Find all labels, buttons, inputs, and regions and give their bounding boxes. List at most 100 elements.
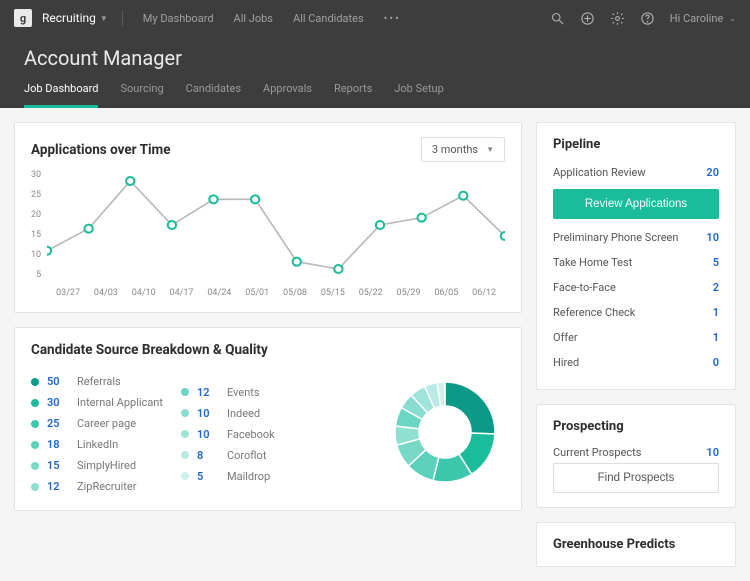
- user-menu[interactable]: Hi Caroline ⌄: [670, 12, 736, 25]
- content: Applications over Time 3 months ▼ 302520…: [0, 108, 750, 581]
- pipeline-stage-value: 2: [713, 281, 719, 294]
- pipeline-stage-label: Face-to-Face: [553, 281, 616, 294]
- find-prospects-button[interactable]: Find Prospects: [553, 463, 719, 493]
- time-range-select[interactable]: 3 months ▼: [421, 137, 505, 162]
- source-count: 25: [47, 417, 69, 430]
- source-count: 12: [197, 386, 219, 399]
- pipeline-stage-label: Application Review: [553, 166, 646, 179]
- pipeline-stage-row[interactable]: Take Home Test 5: [553, 250, 719, 275]
- source-color-dot: [181, 451, 189, 459]
- source-row[interactable]: 25 Career page: [31, 417, 163, 430]
- topnav-all-candidates[interactable]: All Candidates: [293, 12, 364, 25]
- user-greeting: Hi Caroline: [670, 12, 724, 25]
- pipeline-stage-row[interactable]: Hired 0: [553, 350, 719, 375]
- source-row[interactable]: 15 SimplyHired: [31, 459, 163, 472]
- source-row[interactable]: 10Facebook: [181, 428, 275, 441]
- source-name: SimplyHired: [77, 459, 136, 472]
- gear-icon[interactable]: [610, 10, 626, 26]
- more-menu-icon[interactable]: •••: [384, 12, 401, 25]
- source-row[interactable]: 30 Internal Applicant: [31, 396, 163, 409]
- source-color-dot: [31, 420, 39, 428]
- prospecting-title: Prospecting: [553, 419, 719, 434]
- pipeline-stage-row[interactable]: Application Review 20: [553, 160, 719, 185]
- source-count: 8: [197, 449, 219, 462]
- pipeline-stage-value: 1: [713, 331, 719, 344]
- topbar: g Recruiting ▼ My Dashboard All Jobs All…: [0, 0, 750, 36]
- tab-sourcing[interactable]: Sourcing: [120, 82, 163, 108]
- time-range-label: 3 months: [432, 143, 478, 156]
- source-color-dot: [31, 378, 39, 386]
- source-name: Career page: [77, 417, 136, 430]
- pipeline-stage-row[interactable]: Face-to-Face 2: [553, 275, 719, 300]
- source-count: 10: [197, 407, 219, 420]
- search-icon[interactable]: [550, 10, 566, 26]
- source-row[interactable]: 5 Maildrop: [181, 470, 275, 483]
- applications-over-time-card: Applications over Time 3 months ▼ 302520…: [14, 122, 522, 313]
- tab-reports[interactable]: Reports: [334, 82, 372, 108]
- pipeline-stage-label: Reference Check: [553, 306, 635, 319]
- source-name: Indeed: [227, 407, 260, 420]
- source-name: Coroflot: [227, 449, 266, 462]
- source-count: 12: [47, 480, 69, 493]
- review-applications-button[interactable]: Review Applications: [553, 189, 719, 219]
- source-count: 15: [47, 459, 69, 472]
- tab-candidates[interactable]: Candidates: [186, 82, 241, 108]
- tab-approvals[interactable]: Approvals: [263, 82, 312, 108]
- chevron-down-icon: ▼: [100, 14, 108, 23]
- source-color-dot: [31, 399, 39, 407]
- source-name: Internal Applicant: [77, 396, 163, 409]
- greenhouse-predicts-card: Greenhouse Predicts: [536, 522, 736, 567]
- source-name: ZipRecruiter: [77, 480, 136, 493]
- job-tabs: Job Dashboard Sourcing Candidates Approv…: [24, 82, 726, 108]
- pipeline-stage-row[interactable]: Offer 1: [553, 325, 719, 350]
- help-icon[interactable]: [640, 10, 656, 26]
- source-name: Events: [227, 386, 260, 399]
- pipeline-stage-value: 0: [713, 356, 719, 369]
- pipeline-stage-value: 1: [713, 306, 719, 319]
- pipeline-stage-value: 10: [706, 231, 719, 244]
- module-dropdown[interactable]: Recruiting ▼: [42, 11, 108, 25]
- divider: [122, 10, 123, 26]
- source-row[interactable]: 10 Indeed: [181, 407, 275, 420]
- source-name: Facebook: [227, 428, 275, 441]
- pipeline-stage-label: Hired: [553, 356, 579, 369]
- tab-job-setup[interactable]: Job Setup: [394, 82, 443, 108]
- source-color-dot: [31, 462, 39, 470]
- source-count: 5: [197, 470, 219, 483]
- pipeline-stage-label: Offer: [553, 331, 578, 344]
- topnav-my-dashboard[interactable]: My Dashboard: [143, 12, 214, 25]
- prospects-value: 10: [706, 446, 719, 459]
- add-icon[interactable]: [580, 10, 596, 26]
- predicts-title: Greenhouse Predicts: [553, 537, 719, 552]
- pipeline-stage-label: Take Home Test: [553, 256, 632, 269]
- app-logo[interactable]: g: [14, 9, 32, 27]
- applications-chart: 30252015105 03/2704/0304/1004/1704/2405/…: [31, 170, 505, 298]
- source-color-dot: [181, 430, 189, 438]
- source-row[interactable]: 12 Events: [181, 386, 275, 399]
- applications-card-title: Applications over Time: [31, 142, 171, 158]
- pipeline-stage-value: 20: [706, 166, 719, 179]
- source-row[interactable]: 8 Coroflot: [181, 449, 275, 462]
- chevron-down-icon: ▼: [486, 145, 494, 154]
- source-color-dot: [181, 409, 189, 417]
- pipeline-stage-value: 5: [713, 256, 719, 269]
- pipeline-title: Pipeline: [553, 137, 719, 152]
- source-color-dot: [181, 472, 189, 480]
- pipeline-stage-row[interactable]: Preliminary Phone Screen10: [553, 225, 719, 250]
- tab-job-dashboard[interactable]: Job Dashboard: [24, 82, 98, 108]
- source-donut-chart: [385, 372, 505, 496]
- topnav-all-jobs[interactable]: All Jobs: [234, 12, 273, 25]
- pipeline-stage-row[interactable]: Reference Check 1: [553, 300, 719, 325]
- source-card-title: Candidate Source Breakdown & Quality: [31, 342, 505, 358]
- source-row[interactable]: 12 ZipRecruiter: [31, 480, 163, 493]
- subheader: Account Manager Job Dashboard Sourcing C…: [0, 36, 750, 108]
- source-name: LinkedIn: [77, 438, 118, 451]
- source-count: 30: [47, 396, 69, 409]
- source-color-dot: [31, 483, 39, 491]
- source-row[interactable]: 50Referrals: [31, 375, 163, 388]
- source-name: Maildrop: [227, 470, 270, 483]
- module-dropdown-label: Recruiting: [42, 11, 96, 25]
- source-row[interactable]: 18 LinkedIn: [31, 438, 163, 451]
- source-count: 18: [47, 438, 69, 451]
- source-color-dot: [31, 441, 39, 449]
